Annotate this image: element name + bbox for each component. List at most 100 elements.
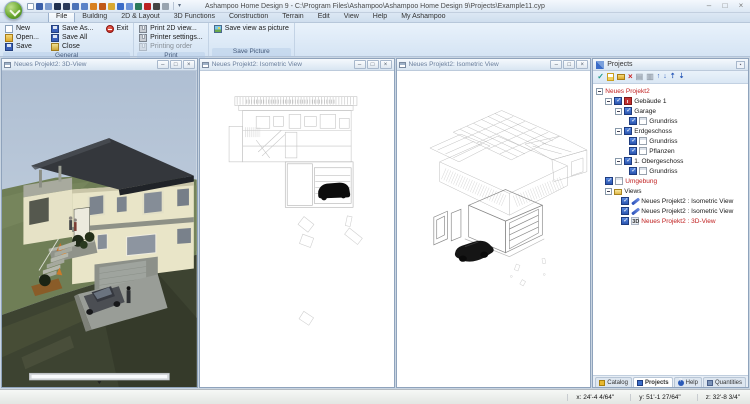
open-project-icon[interactable] xyxy=(617,74,625,80)
visibility-checkbox[interactable] xyxy=(629,117,637,125)
collapse-icon[interactable] xyxy=(615,158,622,165)
visibility-checkbox[interactable] xyxy=(629,137,637,145)
delete-icon[interactable]: × xyxy=(628,72,633,82)
tree-item-view-iso-1[interactable]: Neues Projekt2 : Isometric View xyxy=(595,196,748,206)
house-isometric-wireframe[interactable] xyxy=(397,71,591,387)
qat-dropdown-icon[interactable]: ▾ xyxy=(178,3,181,10)
visibility-checkbox[interactable] xyxy=(624,127,632,135)
tree-item-view-iso-2[interactable]: Neues Projekt2 : Isometric View xyxy=(595,206,748,216)
tab-2d-layout[interactable]: 2D & Layout xyxy=(114,12,167,22)
tree-item-obergeschoss[interactable]: 1. Obergeschoss xyxy=(595,156,748,166)
tab-my-ashampoo[interactable]: My Ashampoo xyxy=(394,12,452,22)
visibility-checkbox[interactable] xyxy=(629,147,637,155)
delete-icon[interactable] xyxy=(63,3,70,10)
tree-item-building[interactable]: Gebäude 1 xyxy=(595,96,748,106)
sort-down-icon[interactable]: ⇣ xyxy=(679,72,685,82)
tree-item-project-root[interactable]: Neues Projekt2 xyxy=(595,86,748,96)
visibility-checkbox[interactable] xyxy=(614,97,622,105)
vp-close-button[interactable]: × xyxy=(576,60,588,69)
application-menu-button[interactable] xyxy=(4,1,23,20)
open-button[interactable]: Open... xyxy=(3,33,41,42)
visibility-checkbox[interactable] xyxy=(629,167,637,175)
move-up-icon[interactable]: ↑ xyxy=(657,72,661,82)
tree-item-garage[interactable]: Garage xyxy=(595,106,748,116)
save-all-button[interactable]: Save All xyxy=(49,33,96,42)
new-project-icon[interactable] xyxy=(607,73,614,81)
vp-minimize-button[interactable]: – xyxy=(550,60,562,69)
tab-help[interactable]: Help xyxy=(366,12,394,22)
tab-building[interactable]: Building xyxy=(75,12,114,22)
pin-icon[interactable]: ▪ xyxy=(736,61,745,69)
layers-icon[interactable] xyxy=(117,3,124,10)
isometric-view-2-canvas[interactable] xyxy=(397,71,591,387)
viewport-iso1-titlebar[interactable]: Neues Projekt2: Isometric View – □ × xyxy=(200,59,394,71)
title-bar[interactable]: ▾ Ashampoo Home Design 9 - C:\Program Fi… xyxy=(0,0,750,13)
house-3d-render[interactable] xyxy=(2,71,197,387)
measure-icon[interactable] xyxy=(126,3,133,10)
tree-item-grundriss-2[interactable]: Grundriss xyxy=(595,136,748,146)
open-icon[interactable] xyxy=(108,3,115,10)
printer-settings-button[interactable]: Printer settings... xyxy=(137,33,205,42)
person-icon[interactable] xyxy=(135,3,142,10)
vp-restore-button[interactable]: □ xyxy=(367,60,379,69)
tab-catalog[interactable]: Catalog xyxy=(595,377,632,387)
new-icon[interactable] xyxy=(27,3,34,10)
tab-construction[interactable]: Construction xyxy=(222,12,275,22)
save-view-as-picture-button[interactable]: Save view as picture xyxy=(212,24,291,33)
cut-icon[interactable] xyxy=(54,3,61,10)
close-button[interactable]: × xyxy=(736,1,746,11)
save-as-button[interactable]: Save As... xyxy=(49,24,96,33)
exit-button[interactable]: Exit xyxy=(104,24,131,33)
undo-icon[interactable] xyxy=(36,3,43,10)
sort-up-icon[interactable]: ⇡ xyxy=(670,72,676,82)
tree-item-grundriss-3[interactable]: Grundriss xyxy=(595,166,748,176)
visibility-checkbox[interactable] xyxy=(624,107,632,115)
pen-icon[interactable] xyxy=(153,3,160,10)
flag-icon[interactable] xyxy=(144,3,151,10)
vp-restore-button[interactable]: □ xyxy=(563,60,575,69)
viewport-3d-titlebar[interactable]: Neues Projekt2: 3D-View – □ × xyxy=(2,59,197,71)
tab-terrain[interactable]: Terrain xyxy=(275,12,310,22)
print-2d-view-button[interactable]: Print 2D view... xyxy=(137,24,205,33)
tree-item-views[interactable]: Views xyxy=(595,186,748,196)
collapse-icon[interactable] xyxy=(605,98,612,105)
visibility-checkbox[interactable] xyxy=(621,197,629,205)
tab-help[interactable]: Help xyxy=(674,377,702,387)
collapse-icon[interactable] xyxy=(596,88,603,95)
visibility-checkbox[interactable] xyxy=(624,157,632,165)
collapse-icon[interactable] xyxy=(615,128,622,135)
image-icon[interactable] xyxy=(90,3,97,10)
3d-view-canvas[interactable] xyxy=(2,71,197,387)
settings-icon[interactable] xyxy=(162,3,169,10)
tree-item-umgebung[interactable]: Umgebung xyxy=(595,176,748,186)
tab-quantities[interactable]: Quantities xyxy=(703,377,746,387)
isometric-view-1-canvas[interactable] xyxy=(200,71,394,387)
vp-minimize-button[interactable]: – xyxy=(354,60,366,69)
align-icon[interactable] xyxy=(72,3,79,10)
vp-minimize-button[interactable]: – xyxy=(157,60,169,69)
tree-item-view-3d[interactable]: 3D Neues Projekt2 : 3D-View xyxy=(595,216,748,226)
visibility-checkbox[interactable] xyxy=(621,207,629,215)
collapse-icon[interactable] xyxy=(615,108,622,115)
house-elevation-wireframe[interactable] xyxy=(200,71,394,387)
import-icon[interactable] xyxy=(99,3,106,10)
table-icon[interactable] xyxy=(81,3,88,10)
vp-close-button[interactable]: × xyxy=(183,60,195,69)
tree-item-grundriss-1[interactable]: Grundriss xyxy=(595,116,748,126)
vp-restore-button[interactable]: □ xyxy=(170,60,182,69)
projects-panel-header[interactable]: Projects ▪ xyxy=(593,59,748,71)
visibility-checkbox[interactable] xyxy=(621,217,629,225)
minimize-button[interactable]: – xyxy=(704,1,714,11)
close-button-ribbon[interactable]: Close xyxy=(49,42,96,51)
tree-item-erdgeschoss[interactable]: Erdgeschoss xyxy=(595,126,748,136)
vp-close-button[interactable]: × xyxy=(380,60,392,69)
restore-button[interactable]: □ xyxy=(720,1,730,11)
tab-3d-functions[interactable]: 3D Functions xyxy=(167,12,222,22)
save-button[interactable]: Save xyxy=(3,42,41,51)
move-down-icon[interactable]: ↓ xyxy=(663,72,667,82)
confirm-icon[interactable]: ✓ xyxy=(597,72,604,82)
collapse-icon[interactable] xyxy=(605,188,612,195)
tree-item-pflanzen[interactable]: Pflanzen xyxy=(595,146,748,156)
tab-view[interactable]: View xyxy=(337,12,366,22)
tab-edit[interactable]: Edit xyxy=(311,12,337,22)
